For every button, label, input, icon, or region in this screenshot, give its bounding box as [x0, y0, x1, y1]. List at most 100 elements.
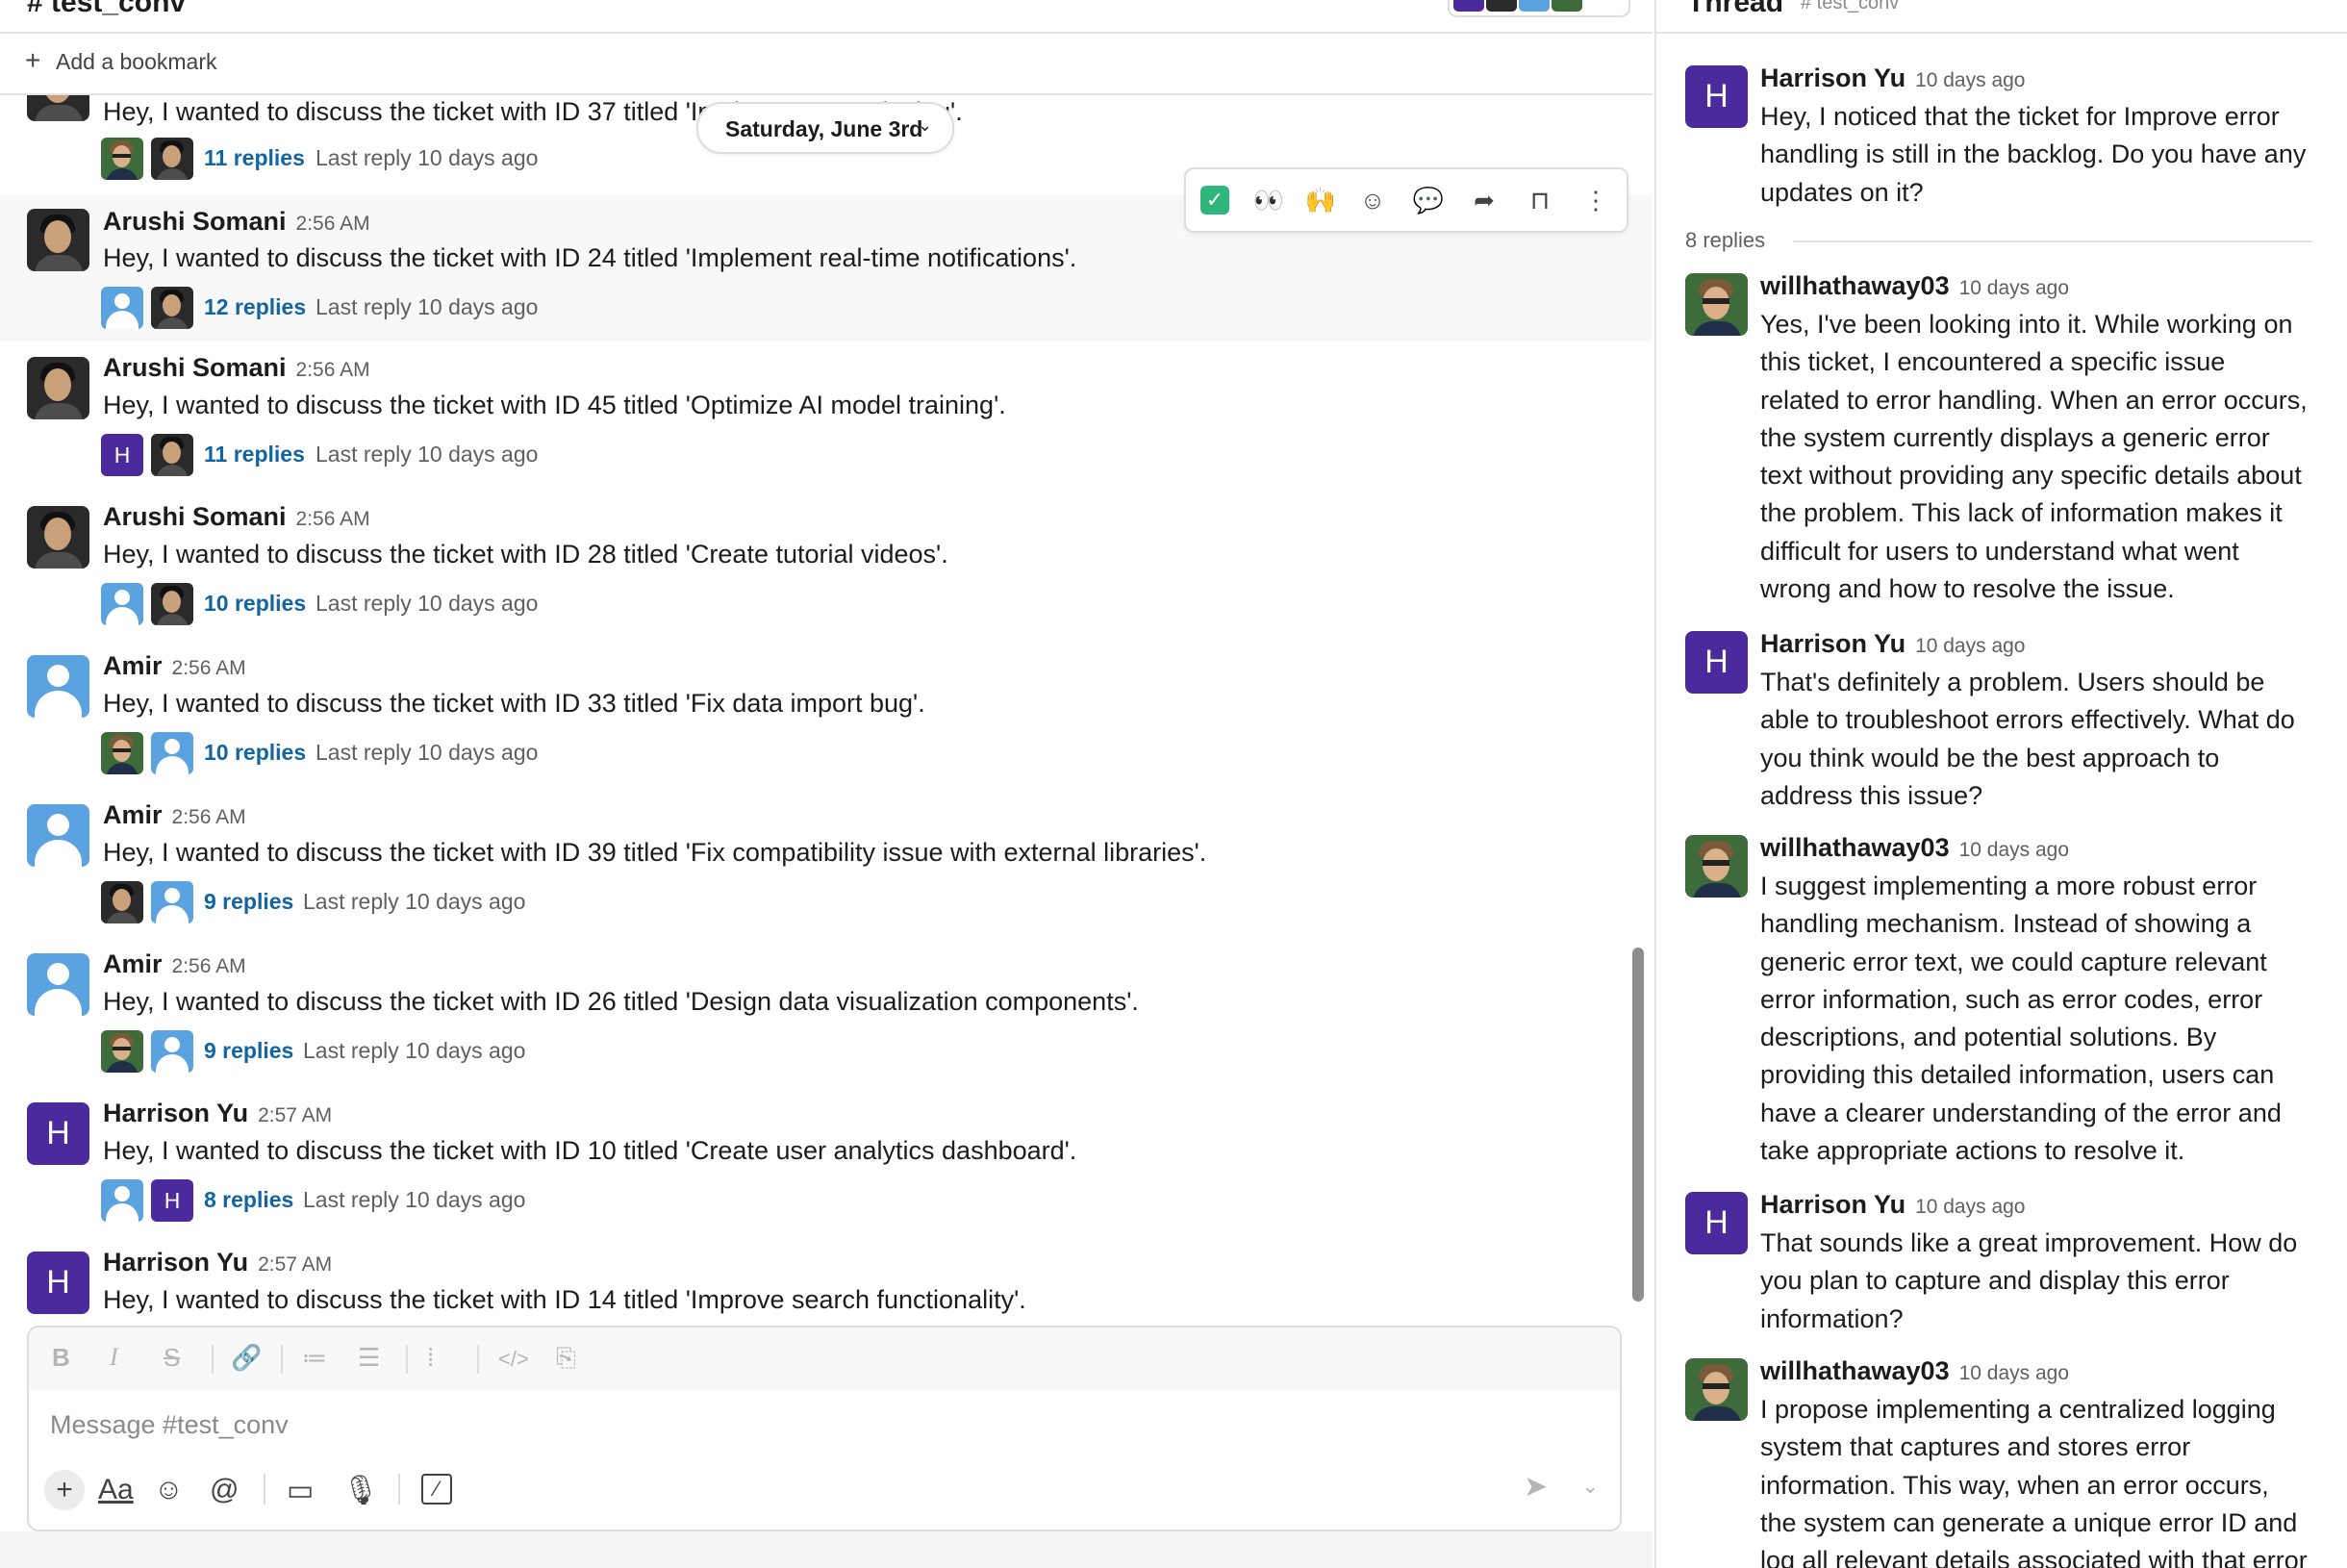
- timestamp[interactable]: 2:56 AM: [296, 508, 370, 530]
- ordered-list-icon[interactable]: ≔: [302, 1343, 327, 1373]
- chevron-down-icon[interactable]: ⌄: [1581, 1474, 1599, 1499]
- timestamp[interactable]: 10 days ago: [1959, 839, 2069, 861]
- emoji-icon[interactable]: ☺: [154, 1474, 184, 1506]
- bulleted-list-icon[interactable]: ☰: [358, 1343, 380, 1373]
- attach-plus-icon[interactable]: +: [44, 1470, 85, 1510]
- avatar[interactable]: H: [1685, 1192, 1748, 1254]
- plus-icon[interactable]: +: [25, 45, 40, 76]
- replies-link[interactable]: 11 replies: [204, 145, 305, 171]
- slash-command-icon[interactable]: ⁄: [421, 1474, 452, 1505]
- timestamp[interactable]: 10 days ago: [1959, 277, 2069, 299]
- thread-message[interactable]: willhathaway03 10 days ago Yes, I've been…: [1656, 271, 2347, 608]
- avatar[interactable]: [27, 506, 89, 569]
- author-name[interactable]: Amir: [103, 651, 163, 680]
- avatar[interactable]: [27, 95, 89, 121]
- video-clip-icon[interactable]: ▭: [287, 1474, 314, 1507]
- author-name[interactable]: Arushi Somani: [103, 207, 287, 236]
- add-reaction-icon[interactable]: ☺: [1355, 183, 1390, 217]
- avatar[interactable]: H: [27, 1252, 89, 1314]
- thread-message[interactable]: H Harrison Yu 10 days ago That's definite…: [1656, 629, 2347, 822]
- send-icon[interactable]: ➤: [1524, 1470, 1548, 1504]
- author-name[interactable]: Amir: [103, 949, 163, 978]
- timestamp[interactable]: 2:56 AM: [172, 806, 246, 828]
- bookmark-icon[interactable]: ⊓: [1523, 183, 1557, 217]
- avatar[interactable]: [27, 357, 89, 419]
- message[interactable]: H Harrison Yu 2:57 AM Hey, I wanted to di…: [0, 1087, 1653, 1236]
- blockquote-icon[interactable]: ⁞: [427, 1343, 434, 1373]
- italic-icon[interactable]: I: [110, 1343, 118, 1372]
- avatar[interactable]: [27, 804, 89, 867]
- message-input[interactable]: Message #test_conv: [50, 1410, 289, 1440]
- author-name[interactable]: willhathaway03: [1760, 833, 1950, 862]
- avatar[interactable]: [27, 953, 89, 1016]
- replies-link[interactable]: 9 replies: [204, 889, 293, 915]
- code-icon[interactable]: </>: [498, 1347, 529, 1372]
- avatar[interactable]: [1685, 1358, 1748, 1421]
- formatting-toggle-icon[interactable]: Aa: [98, 1474, 134, 1506]
- timestamp[interactable]: 2:56 AM: [296, 213, 370, 235]
- message[interactable]: Arushi Somani 2:56 AM Hey, I wanted to di…: [0, 491, 1653, 640]
- timestamp[interactable]: 2:56 AM: [172, 955, 246, 977]
- timestamp[interactable]: 2:56 AM: [172, 657, 246, 679]
- avatar[interactable]: H: [27, 1102, 89, 1165]
- timestamp[interactable]: 2:57 AM: [258, 1104, 332, 1126]
- add-bookmark-button[interactable]: Add a bookmark: [56, 49, 216, 75]
- bold-icon[interactable]: B: [52, 1343, 70, 1373]
- chevron-down-icon: ⌄: [918, 115, 933, 135]
- link-icon[interactable]: 🔗: [231, 1343, 262, 1373]
- timestamp[interactable]: 2:56 AM: [296, 359, 370, 381]
- message[interactable]: Arushi Somani 2:56 AM Hey, I wanted to di…: [0, 341, 1653, 491]
- author-name[interactable]: Amir: [103, 800, 163, 829]
- channel-title[interactable]: # test_conv: [27, 0, 186, 19]
- thread-message[interactable]: H Harrison Yu 10 days ago That sounds lik…: [1656, 1190, 2347, 1344]
- reply-in-thread-icon[interactable]: 💬: [1411, 183, 1446, 217]
- code-block-icon[interactable]: ⎘: [556, 1343, 576, 1374]
- author-name[interactable]: willhathaway03: [1760, 271, 1950, 300]
- author-name[interactable]: Harrison Yu: [103, 1248, 248, 1277]
- author-name[interactable]: Arushi Somani: [103, 502, 287, 531]
- message[interactable]: Amir 2:56 AM Hey, I wanted to discuss the…: [0, 640, 1653, 789]
- scrollbar[interactable]: [1632, 948, 1644, 1302]
- avatar[interactable]: [1685, 835, 1748, 898]
- replies-link[interactable]: 8 replies: [204, 1187, 293, 1213]
- timestamp[interactable]: 2:57 AM: [258, 1253, 332, 1276]
- forward-icon[interactable]: ➦: [1467, 183, 1502, 217]
- thread-message[interactable]: H Harrison Yu 10 days ago Hey, I noticed …: [1656, 63, 2347, 217]
- raised-hands-reaction-icon[interactable]: 🙌: [1303, 183, 1338, 217]
- message-header: Amir 2:56 AM: [103, 949, 246, 979]
- author-name[interactable]: willhathaway03: [1760, 1356, 1950, 1385]
- more-actions-icon[interactable]: ⋮: [1578, 183, 1613, 217]
- microphone-icon[interactable]: 🎙: [342, 1474, 379, 1507]
- replies-link[interactable]: 9 replies: [204, 1038, 293, 1064]
- avatar[interactable]: H: [1685, 65, 1748, 128]
- author-name[interactable]: Harrison Yu: [103, 1099, 248, 1127]
- thread-channel-link[interactable]: # test_conv: [1801, 0, 1899, 14]
- timestamp[interactable]: 10 days ago: [1915, 635, 2025, 657]
- author-name[interactable]: Harrison Yu: [1760, 1190, 1905, 1219]
- message[interactable]: Amir 2:56 AM Hey, I wanted to discuss the…: [0, 938, 1653, 1087]
- avatar[interactable]: [1685, 273, 1748, 336]
- mention-icon[interactable]: @: [210, 1474, 239, 1506]
- replies-link[interactable]: 12 replies: [204, 294, 306, 320]
- author-name[interactable]: Harrison Yu: [1760, 63, 1905, 92]
- replies-link[interactable]: 10 replies: [204, 740, 306, 766]
- avatar[interactable]: H: [1685, 631, 1748, 694]
- members-button[interactable]: [1448, 0, 1630, 17]
- message[interactable]: H Harrison Yu 2:57 AM Hey, I wanted to di…: [0, 1236, 1653, 1327]
- replies-link[interactable]: 11 replies: [204, 442, 305, 468]
- eyes-reaction-icon[interactable]: 👀: [1251, 183, 1286, 217]
- date-divider-button[interactable]: Saturday, June 3rd ⌄: [696, 102, 954, 154]
- timestamp[interactable]: 10 days ago: [1959, 1362, 2069, 1384]
- avatar[interactable]: [27, 209, 89, 271]
- replies-link[interactable]: 10 replies: [204, 591, 306, 617]
- thread-message[interactable]: willhathaway03 10 days ago I suggest impl…: [1656, 833, 2347, 1170]
- author-name[interactable]: Harrison Yu: [1760, 629, 1905, 658]
- strikethrough-icon[interactable]: S: [164, 1343, 180, 1373]
- check-mark-reaction-icon[interactable]: ✓: [1200, 186, 1229, 215]
- thread-message[interactable]: willhathaway03 10 days ago I propose impl…: [1656, 1356, 2347, 1568]
- timestamp[interactable]: 10 days ago: [1915, 1196, 2025, 1218]
- avatar[interactable]: [27, 655, 89, 718]
- message[interactable]: Amir 2:56 AM Hey, I wanted to discuss the…: [0, 789, 1653, 938]
- timestamp[interactable]: 10 days ago: [1915, 69, 2025, 91]
- author-name[interactable]: Arushi Somani: [103, 353, 287, 382]
